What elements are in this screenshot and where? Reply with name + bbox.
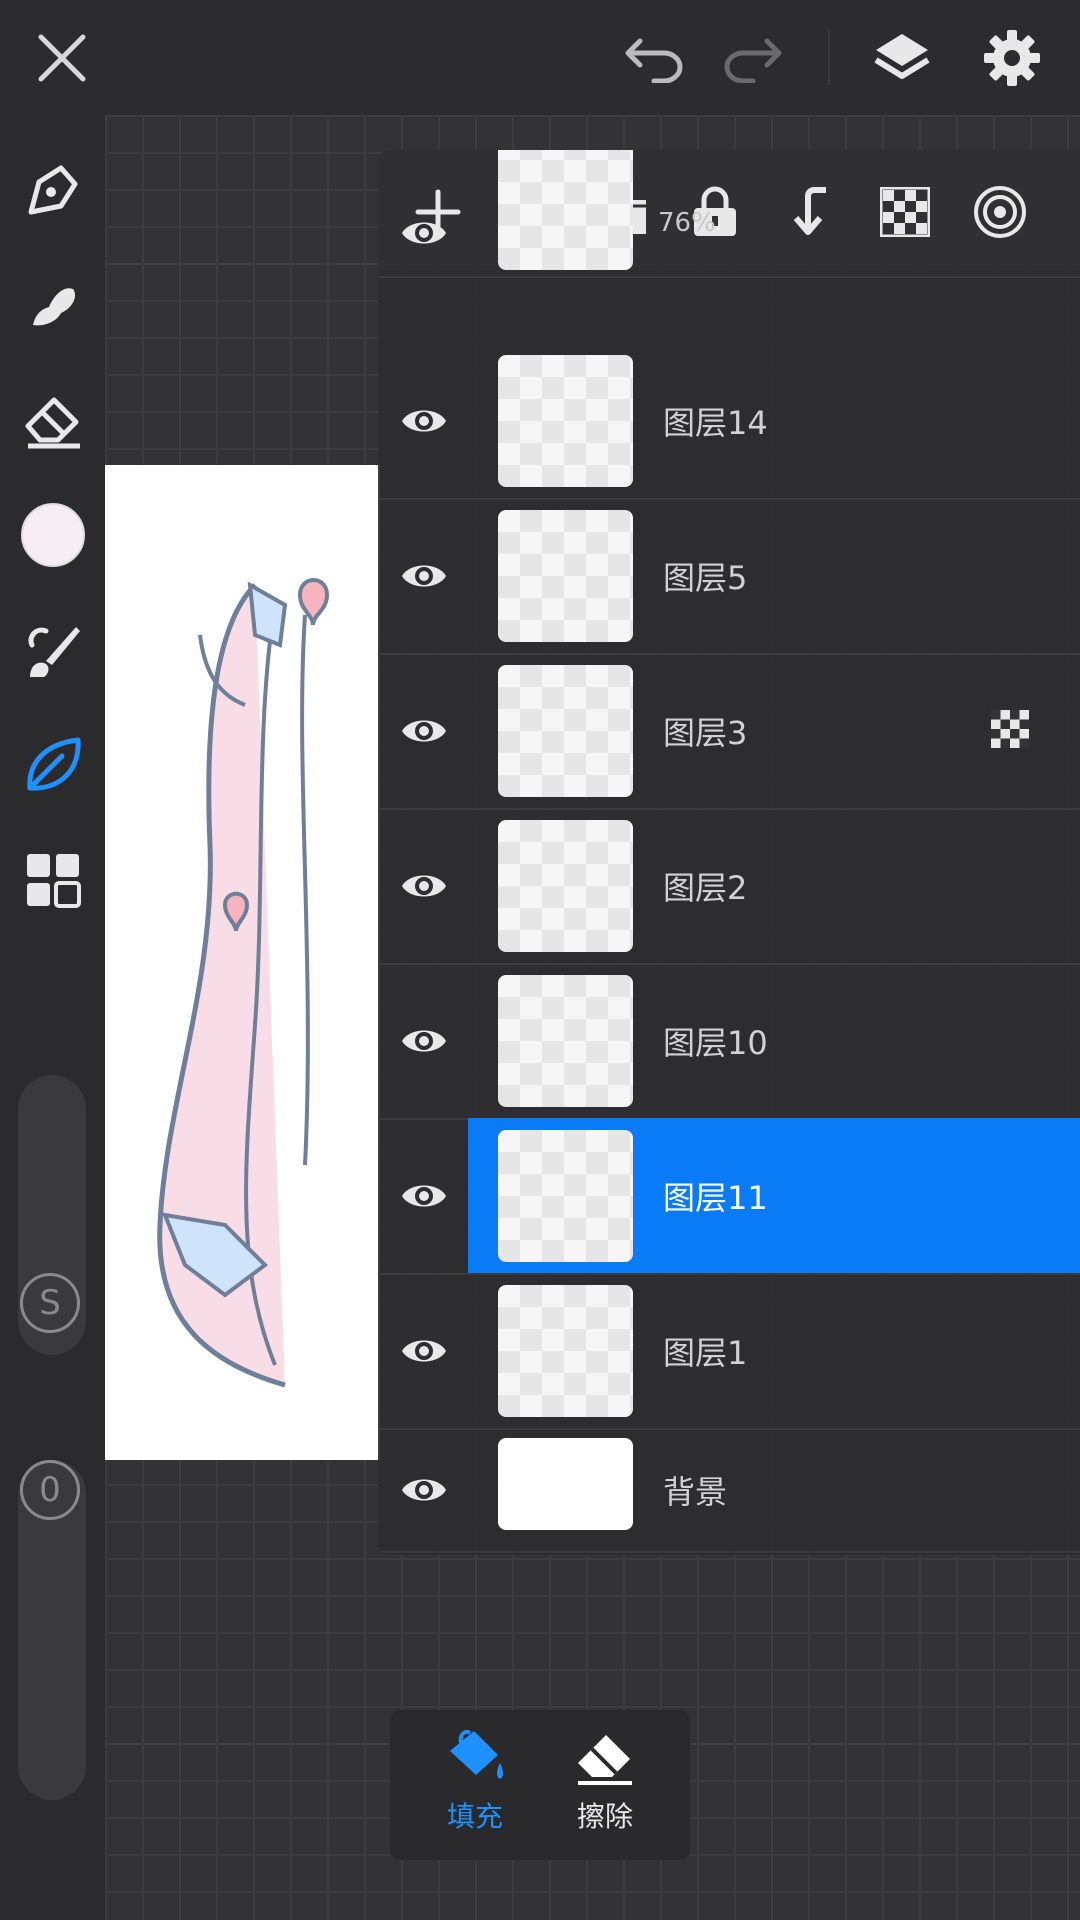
- layer-thumbnail: [498, 510, 633, 642]
- settings-button[interactable]: [972, 18, 1052, 98]
- eraser-tool-button[interactable]: [18, 385, 88, 455]
- layer-thumbnail: [498, 1285, 633, 1417]
- eye-icon: [402, 875, 446, 896]
- visibility-toggle[interactable]: [398, 860, 450, 912]
- top-bar: [0, 0, 1080, 115]
- checker-icon: [991, 709, 1029, 748]
- artwork-image: [157, 578, 330, 1388]
- layer-row[interactable]: 图层3: [378, 653, 1080, 810]
- eraser-icon: [578, 1735, 632, 1785]
- layer-name: 图层1: [663, 1333, 748, 1372]
- layer-row[interactable]: 图层2: [378, 808, 1080, 965]
- undo-button[interactable]: [615, 18, 695, 98]
- pen-nib-icon: [28, 165, 78, 215]
- layer-row[interactable]: 图层14: [378, 343, 1080, 500]
- leaf-icon: [27, 737, 81, 791]
- visibility-toggle[interactable]: [398, 395, 450, 447]
- grid-icon: [27, 854, 81, 908]
- visibility-toggle[interactable]: [398, 1464, 450, 1516]
- close-icon: [38, 34, 86, 82]
- toolbar-divider: [828, 30, 830, 85]
- paint-bucket-icon: [450, 1730, 503, 1779]
- smudge-tool-button[interactable]: [18, 270, 88, 340]
- gear-icon: [984, 30, 1040, 86]
- undo-icon: [625, 38, 683, 83]
- brush-size-label: S: [39, 1283, 61, 1323]
- color-picker-button[interactable]: [18, 500, 88, 570]
- erase-button[interactable]: 擦除: [545, 1725, 665, 1845]
- fill-label: 填充: [446, 1800, 503, 1833]
- layers-icon: [874, 34, 930, 79]
- layer-name: 图层3: [663, 713, 748, 752]
- layer-row[interactable]: 图层11: [378, 1118, 1080, 1275]
- smudge-icon: [33, 288, 76, 326]
- layer-name: 图层11: [663, 1178, 768, 1217]
- eye-icon: [402, 720, 446, 741]
- visibility-toggle[interactable]: [398, 550, 450, 602]
- brush-size-knob[interactable]: S: [20, 1273, 80, 1333]
- layer-thumbnail: [498, 820, 633, 952]
- eye-icon: [402, 410, 446, 431]
- layer-name: 图层5: [663, 558, 748, 597]
- eraser-icon: [25, 397, 80, 449]
- layer-opacity-label: 76%: [658, 208, 716, 238]
- brush-icon: [28, 627, 80, 677]
- left-toolbar: S 0: [0, 115, 105, 1920]
- layer-name: 图层10: [663, 1023, 768, 1062]
- eye-icon: [402, 1479, 446, 1500]
- layer-thumbnail: [498, 1438, 633, 1530]
- visibility-toggle[interactable]: [398, 1015, 450, 1067]
- visibility-toggle[interactable]: [398, 705, 450, 757]
- erase-label: 擦除: [576, 1800, 633, 1833]
- layer-name: 图层2: [663, 868, 748, 907]
- layer-thumbnail: [498, 355, 633, 487]
- layer-thumbnail: [498, 1130, 633, 1262]
- gallery-button[interactable]: [18, 845, 88, 915]
- opacity-label: 0: [39, 1470, 61, 1510]
- layer-row[interactable]: 图层1: [378, 1273, 1080, 1430]
- layer-row[interactable]: 76%: [378, 150, 1080, 278]
- layer-row[interactable]: 图层5: [378, 498, 1080, 655]
- layer-row[interactable]: 背景: [378, 1428, 1080, 1553]
- visibility-toggle[interactable]: [398, 1325, 450, 1377]
- brush-tool-button[interactable]: [18, 615, 88, 685]
- redo-icon: [724, 38, 782, 83]
- eye-icon: [402, 565, 446, 586]
- redo-button[interactable]: [712, 18, 792, 98]
- visibility-toggle[interactable]: [398, 207, 450, 259]
- layers-button[interactable]: [862, 18, 942, 98]
- layers-panel: 76% 图层14 图层5 图层3 图层2 图层10 图层11 图层1 背景: [378, 150, 1080, 1555]
- layer-name: 背景: [663, 1472, 728, 1511]
- opacity-knob[interactable]: 0: [20, 1460, 80, 1520]
- eye-icon: [402, 1340, 446, 1361]
- visibility-toggle[interactable]: [398, 1170, 450, 1222]
- artboard[interactable]: [105, 465, 380, 1460]
- blend-mode-indicator: [990, 709, 1030, 753]
- fill-options-popup: 填充 擦除: [390, 1710, 690, 1860]
- current-color-swatch: [21, 503, 85, 567]
- eye-icon: [402, 222, 446, 244]
- layer-thumbnail: [498, 665, 633, 797]
- close-button[interactable]: [22, 18, 102, 98]
- layer-name: 图层14: [663, 403, 768, 442]
- fill-button[interactable]: 填充: [415, 1725, 535, 1845]
- layer-row[interactable]: 图层10: [378, 963, 1080, 1120]
- layer-thumbnail: [498, 975, 633, 1107]
- fill-tool-button[interactable]: [18, 730, 88, 800]
- layer-thumbnail: [498, 150, 633, 270]
- eye-icon: [402, 1185, 446, 1206]
- pen-tool-button[interactable]: [18, 155, 88, 225]
- eye-icon: [402, 1030, 446, 1051]
